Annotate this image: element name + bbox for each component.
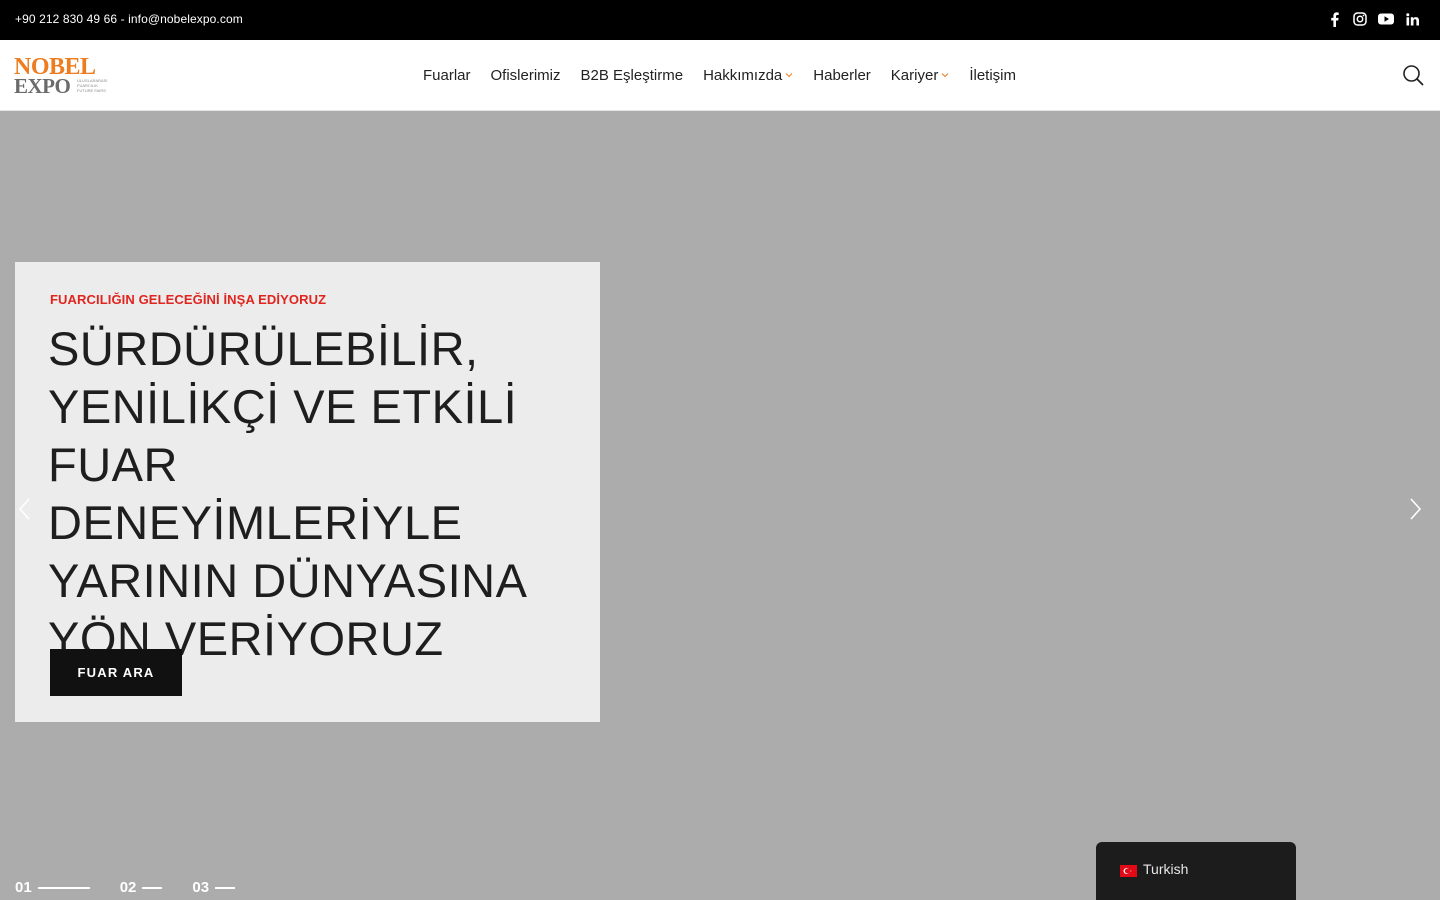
svg-text:FUTURE FAIRS: FUTURE FAIRS bbox=[77, 88, 106, 93]
hero-card: FUARCILIĞIN GELECEĞİNİ İNŞA EDİYORUZ SÜR… bbox=[15, 262, 600, 722]
linkedin-icon[interactable] bbox=[1404, 11, 1420, 27]
slide-dot-1[interactable]: 01 bbox=[15, 879, 90, 896]
chevron-down-icon bbox=[785, 71, 793, 79]
nav-item-iletisim[interactable]: İletişim bbox=[959, 67, 1026, 84]
slide-number: 01 bbox=[15, 879, 32, 896]
nav-label: Haberler bbox=[813, 66, 871, 84]
slide-dot-3[interactable]: 03 bbox=[192, 879, 236, 896]
chevron-down-icon bbox=[941, 71, 949, 79]
nav-label: Kariyer bbox=[890, 66, 939, 84]
instagram-icon[interactable] bbox=[1352, 11, 1368, 27]
slide-number: 02 bbox=[119, 879, 137, 896]
nav-item-b2b-eslestirme[interactable]: B2B Eşleştirme bbox=[571, 67, 694, 84]
chevron-left-icon[interactable] bbox=[14, 497, 38, 521]
fuar-ara-button[interactable]: FUAR ARA bbox=[50, 649, 182, 696]
slide-number: 03 bbox=[192, 879, 210, 896]
nav-item-ofislerimiz[interactable]: Ofislerimiz bbox=[481, 67, 571, 84]
headline-line: FUAR DENEYİMLERİYLE bbox=[48, 438, 463, 549]
nobel-expo-logo[interactable]: NOBEL EXPO ULUSLARARASI FUARCILIK FUTURE… bbox=[14, 54, 114, 98]
facebook-icon[interactable] bbox=[1326, 11, 1342, 27]
slide-indicator-line bbox=[215, 886, 236, 889]
headline-line: SÜRDÜRÜLEBİLİR, bbox=[48, 322, 479, 375]
site-header: NOBEL EXPO ULUSLARARASI FUARCILIK FUTURE… bbox=[0, 40, 1440, 111]
hero-headline: SÜRDÜRÜLEBİLİR, YENİLİKÇİ VE ETKİLİ FUAR… bbox=[48, 320, 588, 668]
language-switcher[interactable]: Turkish bbox=[1096, 842, 1296, 900]
nav-item-fuarlar[interactable]: Fuarlar bbox=[413, 67, 481, 84]
nav-item-kariyer[interactable]: Kariyer bbox=[881, 67, 960, 84]
nav-item-hakkimizda[interactable]: Hakkımızda bbox=[693, 67, 803, 84]
main-navigation: Fuarlar Ofislerimiz B2B Eşleştirme Hakkı… bbox=[413, 40, 1026, 110]
headline-line: YENİLİKÇİ VE ETKİLİ bbox=[48, 380, 518, 433]
slide-dot-2[interactable]: 02 bbox=[120, 879, 163, 896]
nav-label: İletişim bbox=[969, 66, 1016, 84]
turkey-flag-icon bbox=[1120, 864, 1137, 877]
hero-slider: FUARCILIĞIN GELECEĞİNİ İNŞA EDİYORUZ SÜR… bbox=[0, 111, 1440, 900]
headline-line: YARININ DÜNYASINA bbox=[48, 554, 528, 607]
svg-text:EXPO: EXPO bbox=[14, 74, 71, 96]
search-icon[interactable] bbox=[1402, 64, 1424, 86]
nav-label: Hakkımızda bbox=[703, 66, 783, 84]
nav-label: B2B Eşleştirme bbox=[580, 66, 684, 84]
language-label: Turkish bbox=[1143, 861, 1189, 877]
slide-indicator-line bbox=[142, 886, 163, 889]
top-bar: +90 212 830 49 66 - info@nobelexpo.com bbox=[0, 0, 1440, 40]
youtube-icon[interactable] bbox=[1378, 11, 1394, 27]
social-links bbox=[1326, 11, 1420, 27]
nav-label: Fuarlar bbox=[423, 66, 471, 84]
hero-eyebrow: FUARCILIĞIN GELECEĞİNİ İNŞA EDİYORUZ bbox=[50, 292, 327, 307]
slide-indicator-line bbox=[37, 886, 90, 889]
contact-info: +90 212 830 49 66 - info@nobelexpo.com bbox=[15, 12, 243, 26]
nav-label: Ofislerimiz bbox=[490, 66, 561, 84]
nav-item-haberler[interactable]: Haberler bbox=[803, 67, 881, 84]
chevron-right-icon[interactable] bbox=[1402, 497, 1426, 521]
slide-pagination: 01 02 03 bbox=[15, 879, 236, 896]
